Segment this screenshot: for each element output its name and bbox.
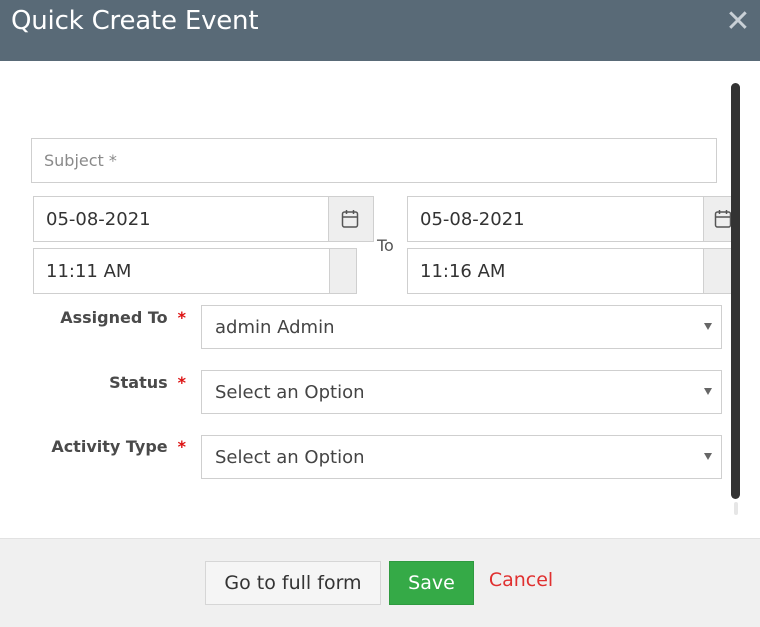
to-label: To (377, 236, 394, 255)
modal-header: Quick Create Event ✕ (0, 0, 760, 61)
chevron-down-icon (704, 453, 712, 460)
assigned-to-label-text: Assigned To (60, 308, 168, 327)
calendar-icon (341, 210, 359, 228)
start-date-value: 05-08-2021 (46, 209, 151, 230)
subject-input[interactable]: Subject * (31, 138, 717, 183)
status-select[interactable]: Select an Option (201, 370, 722, 414)
required-marker: * (177, 308, 186, 327)
activity-type-label: Activity Type * (20, 437, 186, 456)
assigned-to-value: admin Admin (215, 317, 335, 338)
status-value: Select an Option (215, 382, 365, 403)
start-date-input[interactable]: 05-08-2021 (33, 196, 374, 242)
save-button[interactable]: Save (389, 561, 474, 605)
start-time-input[interactable]: 11:11 AM (33, 248, 357, 294)
go-to-full-form-button[interactable]: Go to full form (205, 561, 381, 605)
status-label: Status * (40, 373, 186, 392)
end-time-input[interactable]: 11:16 AM (407, 248, 733, 294)
close-icon[interactable]: ✕ (724, 7, 752, 37)
start-date-calendar-button[interactable] (328, 197, 373, 241)
start-time-addon[interactable] (329, 249, 356, 293)
required-marker: * (177, 437, 186, 456)
chevron-down-icon (704, 388, 712, 395)
required-marker: * (177, 373, 186, 392)
end-date-value: 05-08-2021 (420, 209, 525, 230)
modal-title: Quick Create Event (11, 6, 259, 36)
chevron-down-icon (704, 323, 712, 330)
activity-type-value: Select an Option (215, 447, 365, 468)
end-date-calendar-button[interactable] (703, 197, 732, 241)
scrollbar-thumb[interactable] (731, 83, 740, 499)
status-label-text: Status (109, 373, 168, 392)
activity-type-select[interactable]: Select an Option (201, 435, 722, 479)
assigned-to-select[interactable]: admin Admin (201, 305, 722, 349)
assigned-to-label: Assigned To * (40, 308, 186, 327)
start-time-value: 11:11 AM (46, 261, 132, 282)
activity-type-label-text: Activity Type (51, 437, 168, 456)
end-time-value: 11:16 AM (420, 261, 506, 282)
end-time-addon[interactable] (703, 249, 732, 293)
subject-placeholder: Subject * (44, 151, 117, 170)
scrollbar-end (734, 502, 738, 515)
calendar-icon (714, 210, 732, 228)
cancel-button[interactable]: Cancel (486, 561, 556, 601)
end-date-input[interactable]: 05-08-2021 (407, 196, 733, 242)
